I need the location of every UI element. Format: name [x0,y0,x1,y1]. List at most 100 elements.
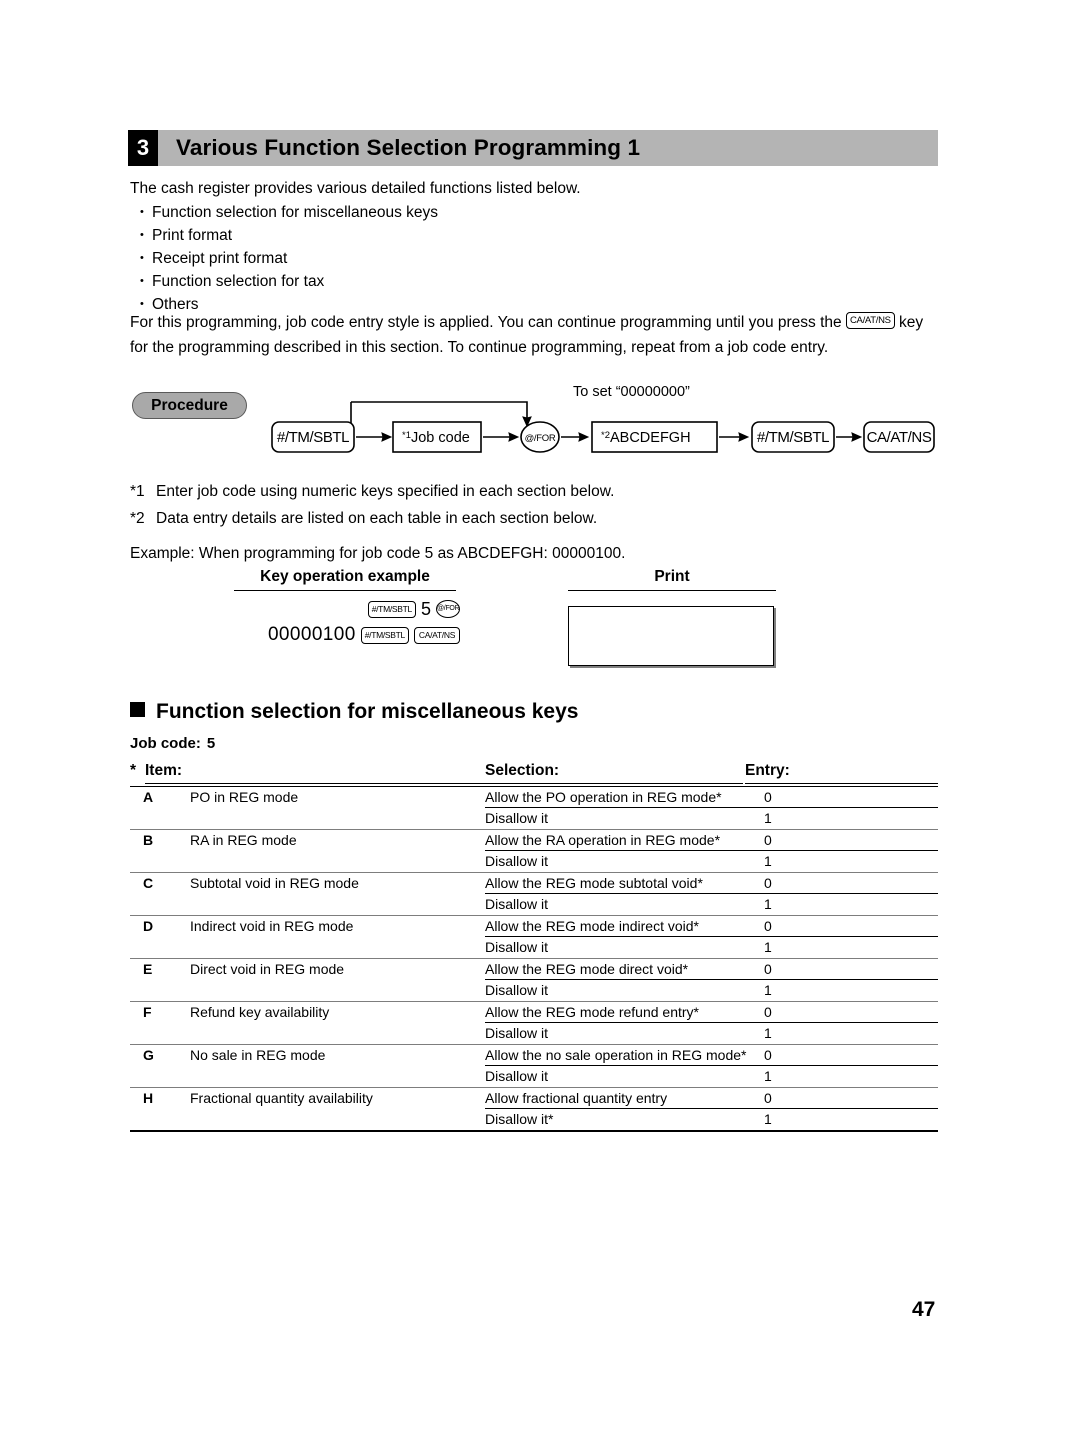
svg-text:@/FOR: @/FOR [525,433,556,444]
row-selection: Allow the REG mode subtotal void* [485,875,703,891]
page-number: 47 [912,1298,936,1321]
row-selection: Allow the REG mode indirect void* [485,918,699,934]
row-entry: 1 [764,939,772,955]
ca-at-ns-key-icon: CA/AT/NS [845,312,895,330]
table-subrow: Disallow it 1 [130,1066,938,1087]
tm-sbtl-key-icon: #/TM/SBTL [367,600,416,618]
job-code-value: 5 [206,735,216,752]
bullet-square-icon [130,702,145,717]
row-entry: 0 [764,1004,772,1020]
table-subrow: D Indirect void in REG mode Allow the RE… [130,916,938,937]
row-letter: D [143,918,154,934]
table-subrow: Disallow it 1 [130,851,938,872]
section-title: Various Function Selection Programming 1 [158,130,938,166]
row-item: Fractional quantity availability [190,1090,373,1106]
row-letter: E [143,961,153,977]
table-subrow: F Refund key availability Allow the REG … [130,1002,938,1023]
table-bottom-rule [130,1130,938,1132]
table-subrow: A PO in REG mode Allow the PO operation … [130,787,938,808]
row-selection: Disallow it [485,810,549,826]
row-selection: Disallow it [485,896,549,912]
procedure-badge: Procedure [132,392,247,419]
row-entry: 0 [764,961,772,977]
job-code-label: Job code: [130,735,201,752]
table-subrow: B RA in REG mode Allow the RA operation … [130,830,938,851]
row-item: No sale in REG mode [190,1047,326,1063]
procedure-flow-diagram: To set “00000000” #/TM/SBTL *1Job code @… [270,382,935,464]
table-header-row: * Item: Selection: Entry: [130,762,938,784]
table-subrow: E Direct void in REG mode Allow the REG … [130,959,938,980]
row-selection: Allow the no sale operation in REG mode* [485,1047,747,1063]
column-header-entry: Entry: [745,762,790,779]
row-selection: Allow the RA operation in REG mode* [485,832,721,848]
table-row: D Indirect void in REG mode Allow the RE… [130,916,938,959]
row-item: Subtotal void in REG mode [190,875,359,891]
row-entry: 0 [764,1090,772,1106]
table-subrow: Disallow it 1 [130,980,938,1001]
svg-text:#/TM/SBTL: #/TM/SBTL [757,429,829,446]
intro-block: The cash register provides various detai… [130,178,940,316]
header-rule [745,783,938,784]
table-subrow: Disallow it* 1 [130,1109,938,1130]
svg-text:CA/AT/NS: CA/AT/NS [867,429,932,446]
row-letter: A [143,789,154,805]
table-header-star: * [130,762,137,779]
row-entry: 1 [764,1111,772,1127]
tm-sbtl-key-icon: #/TM/SBTL [360,626,409,644]
section-number-badge: 3 [128,130,158,166]
list-item: Receipt print format [130,247,940,270]
table-subrow: Disallow it 1 [130,1023,938,1044]
svg-text:#/TM/SBTL: #/TM/SBTL [277,429,349,446]
row-letter: G [143,1047,154,1063]
row-selection: Disallow it [485,982,549,998]
bypass-label: To set “00000000” [573,384,690,400]
section-header: 3 Various Function Selection Programming… [128,130,938,166]
at-for-key-icon: @/FOR [436,600,460,618]
table-row: G No sale in REG mode Allow the no sale … [130,1045,938,1088]
list-item: Function selection for tax [130,270,940,293]
print-heading: Print [568,568,776,591]
table-subrow: G No sale in REG mode Allow the no sale … [130,1045,938,1066]
ca-at-ns-key-icon: CA/AT/NS [414,626,460,644]
footnote-2: *2 Data entry details are listed on each … [130,505,614,532]
list-item: Function selection for miscellaneous key… [130,201,940,224]
row-entry: 0 [764,1047,772,1063]
footnote-index: *1 [130,483,145,500]
header-rule [485,783,743,784]
row-selection: Allow the PO operation in REG mode* [485,789,722,805]
footnote-index: *2 [130,510,145,527]
subsection-title-text: Function selection for miscellaneous key… [156,700,579,723]
table-row: F Refund key availability Allow the REG … [130,1002,938,1045]
key-sequence-row-2: 00000100 #/TM/SBTL CA/AT/NS [250,622,460,648]
row-entry: 1 [764,982,772,998]
row-item: Refund key availability [190,1004,330,1020]
row-entry: 0 [764,789,772,805]
row-entry: 0 [764,832,772,848]
example-intro: Example: When programming for job code 5… [130,545,626,562]
intro-paragraph: For this programming, job code entry sty… [130,310,942,360]
row-item: Indirect void in REG mode [190,918,354,934]
entry-value: 00000100 [267,624,356,645]
job-code-line: Job code: 5 [130,735,215,752]
table-subrow: Disallow it 1 [130,894,938,915]
row-letter: B [143,832,154,848]
function-selection-table: * Item: Selection: Entry: A PO in REG mo… [130,762,938,1132]
table-subrow: Disallow it 1 [130,937,938,958]
print-output-box [568,606,774,666]
header-rule [145,783,485,784]
footnote-text: Enter job code using numeric keys specif… [156,483,615,500]
table-subrow: H Fractional quantity availability Allow… [130,1088,938,1109]
footnote-1: *1 Enter job code using numeric keys spec… [130,478,614,505]
footnotes-block: *1 Enter job code using numeric keys spec… [130,478,614,532]
row-selection: Disallow it [485,1025,549,1041]
row-item: RA in REG mode [190,832,297,848]
svg-text:*2ABCDEFGH: *2ABCDEFGH [601,430,691,446]
table-row: H Fractional quantity availability Allow… [130,1088,938,1130]
footnote-text: Data entry details are listed on each ta… [156,510,598,527]
key-sequence-row-1: #/TM/SBTL 5 @/FOR [250,596,460,622]
numeric-key-5: 5 [420,598,431,619]
row-selection: Disallow it [485,939,549,955]
table-row: B RA in REG mode Allow the RA operation … [130,830,938,873]
row-entry: 0 [764,875,772,891]
row-entry: 1 [764,896,772,912]
